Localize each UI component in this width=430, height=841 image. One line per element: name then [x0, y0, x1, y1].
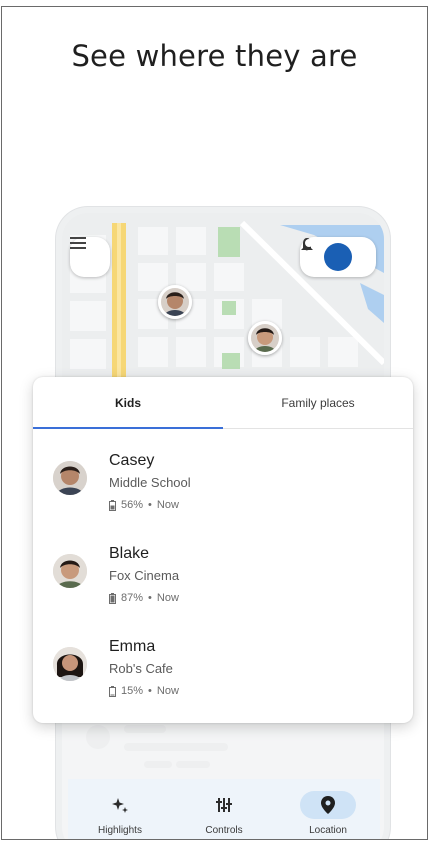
- kid-face-icon: [251, 324, 279, 352]
- battery-level: 15%: [121, 685, 144, 697]
- separator-dot: •: [148, 499, 152, 511]
- nav-icon-container: [196, 791, 252, 819]
- nav-item-location[interactable]: Location: [276, 779, 380, 839]
- battery-icon: [109, 499, 116, 511]
- sliders-icon: [216, 798, 232, 812]
- kid-location: Middle School: [109, 475, 191, 490]
- page-headline: See where they are: [71, 39, 358, 73]
- nav-label: Highlights: [98, 825, 142, 836]
- location-pin-icon: [321, 796, 335, 814]
- account-avatar[interactable]: [301, 239, 352, 271]
- kid-name: Emma: [109, 638, 156, 655]
- nav-label: Location: [309, 825, 347, 836]
- bottom-navigation: Highlights Controls Location: [68, 779, 380, 839]
- tab-kids[interactable]: Kids: [33, 377, 223, 428]
- nav-icon-container: [92, 791, 148, 819]
- screenshot-frame: See where they are Kids Family places Ca…: [1, 6, 428, 840]
- nav-item-controls[interactable]: Controls: [172, 779, 276, 839]
- map-view[interactable]: [62, 213, 384, 403]
- separator-dot: •: [148, 592, 152, 604]
- battery-icon: [109, 592, 116, 604]
- kid-row-casey[interactable]: Casey Middle School 56% • Now: [33, 439, 413, 529]
- kid-location: Rob's Cafe: [109, 661, 173, 676]
- sparkle-icon: [112, 798, 128, 813]
- separator-dot: •: [148, 685, 152, 697]
- kid-status: 15% • Now: [109, 685, 179, 697]
- nav-item-highlights[interactable]: Highlights: [68, 779, 172, 839]
- kid-row-blake[interactable]: Blake Fox Cinema 87% • Now: [33, 532, 413, 622]
- kids-card: Kids Family places Casey Middle School 5…: [33, 377, 413, 723]
- avatar: [53, 647, 87, 681]
- last-seen-time: Now: [156, 685, 179, 697]
- active-tab-indicator: [33, 427, 223, 429]
- kid-location: Fox Cinema: [109, 568, 180, 583]
- card-tabs: Kids Family places: [33, 377, 413, 429]
- kid-status: 87% • Now: [109, 592, 179, 604]
- battery-level: 87%: [121, 592, 144, 604]
- kid-row-emma[interactable]: Emma Rob's Cafe 15% • Now: [33, 625, 413, 715]
- nav-label: Controls: [205, 825, 243, 836]
- kid-face-icon: [53, 461, 87, 495]
- blurred-list-placeholder: [68, 719, 380, 773]
- tab-family-places[interactable]: Family places: [223, 377, 413, 428]
- avatar: [53, 461, 87, 495]
- map-pin-kid-avatar[interactable]: [158, 285, 192, 319]
- nav-icon-container: [300, 791, 356, 819]
- kid-name: Casey: [109, 452, 155, 469]
- battery-level: 56%: [121, 499, 144, 511]
- kid-status: 56% • Now: [109, 499, 179, 511]
- kid-face-icon: [161, 288, 189, 316]
- avatar: [53, 554, 87, 588]
- map-top-actions: [300, 237, 376, 277]
- kid-name: Blake: [109, 545, 150, 562]
- last-seen-time: Now: [156, 592, 179, 604]
- battery-icon: [109, 685, 116, 697]
- map-pin-kid-avatar[interactable]: [248, 321, 282, 355]
- kid-face-icon: [53, 647, 87, 681]
- account-person-icon: [301, 239, 317, 254]
- hamburger-menu-icon: [70, 237, 86, 249]
- kid-face-icon: [53, 554, 87, 588]
- last-seen-time: Now: [156, 499, 179, 511]
- menu-button[interactable]: [70, 237, 110, 277]
